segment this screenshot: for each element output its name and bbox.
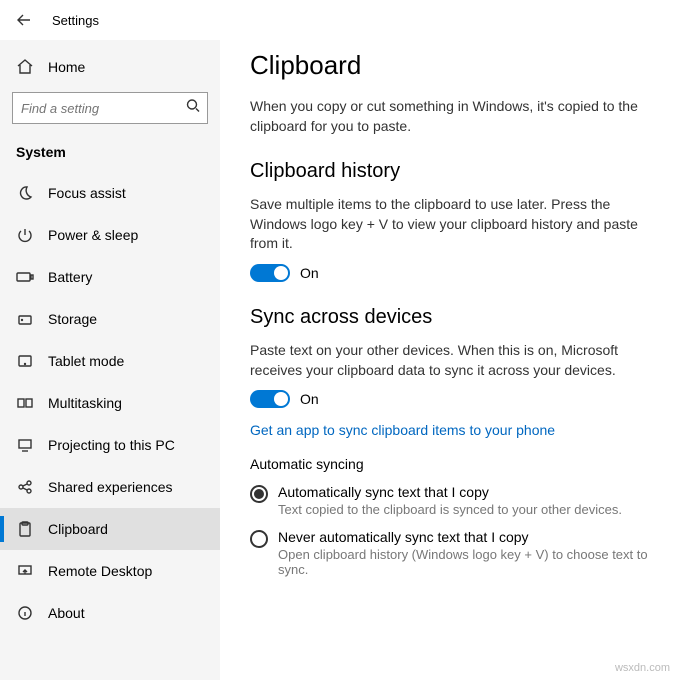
- intro-text: When you copy or cut something in Window…: [250, 97, 650, 136]
- nav-focus-assist[interactable]: Focus assist: [0, 172, 220, 214]
- nav-home-label: Home: [48, 59, 85, 75]
- sync-toggle-label: On: [300, 391, 319, 407]
- history-toggle-label: On: [300, 265, 319, 281]
- sync-toggle-row: On: [250, 390, 650, 408]
- main-layout: Home System Focus assist Power & sleep B…: [0, 40, 680, 680]
- search-wrap: [12, 92, 208, 124]
- sync-toggle[interactable]: [250, 390, 290, 408]
- back-button[interactable]: [12, 8, 36, 32]
- tablet-icon: [16, 352, 34, 370]
- history-heading: Clipboard history: [250, 160, 650, 183]
- multitasking-icon: [16, 394, 34, 412]
- remote-desktop-icon: [16, 562, 34, 580]
- projecting-icon: [16, 436, 34, 454]
- history-desc: Save multiple items to the clipboard to …: [250, 195, 650, 254]
- clipboard-icon: [16, 520, 34, 538]
- nav-battery[interactable]: Battery: [0, 256, 220, 298]
- search-input[interactable]: [12, 92, 208, 124]
- info-icon: [16, 604, 34, 622]
- moon-icon: [16, 184, 34, 202]
- radio-never-sync-input[interactable]: [250, 530, 268, 548]
- sidebar: Home System Focus assist Power & sleep B…: [0, 40, 220, 680]
- battery-icon: [16, 268, 34, 286]
- nav-tablet-mode[interactable]: Tablet mode: [0, 340, 220, 382]
- home-icon: [16, 58, 34, 76]
- get-app-link[interactable]: Get an app to sync clipboard items to yo…: [250, 422, 650, 438]
- history-toggle-row: On: [250, 264, 650, 282]
- nav-clipboard[interactable]: Clipboard: [0, 508, 220, 550]
- radio-auto-sync-input[interactable]: [250, 485, 268, 503]
- titlebar: Settings: [0, 0, 680, 40]
- storage-icon: [16, 310, 34, 328]
- share-icon: [16, 478, 34, 496]
- watermark: wsxdn.com: [615, 662, 670, 674]
- page-title: Clipboard: [250, 50, 650, 81]
- power-icon: [16, 226, 34, 244]
- nav-power-sleep[interactable]: Power & sleep: [0, 214, 220, 256]
- radio-auto-sync[interactable]: Automatically sync text that I copy Text…: [250, 484, 650, 517]
- content: Clipboard When you copy or cut something…: [220, 40, 680, 680]
- nav-projecting[interactable]: Projecting to this PC: [0, 424, 220, 466]
- auto-sync-radio-group: Automatically sync text that I copy Text…: [250, 484, 650, 577]
- sync-desc: Paste text on your other devices. When t…: [250, 341, 650, 380]
- section-system: System: [0, 136, 220, 172]
- history-toggle[interactable]: [250, 264, 290, 282]
- auto-sync-heading: Automatic syncing: [250, 456, 650, 472]
- nav-home[interactable]: Home: [0, 48, 220, 86]
- nav-about[interactable]: About: [0, 592, 220, 634]
- sync-heading: Sync across devices: [250, 306, 650, 329]
- window-title: Settings: [52, 13, 99, 28]
- radio-never-sync[interactable]: Never automatically sync text that I cop…: [250, 529, 650, 577]
- nav-shared-experiences[interactable]: Shared experiences: [0, 466, 220, 508]
- nav-remote-desktop[interactable]: Remote Desktop: [0, 550, 220, 592]
- nav-storage[interactable]: Storage: [0, 298, 220, 340]
- nav-multitasking[interactable]: Multitasking: [0, 382, 220, 424]
- search-icon: [186, 99, 200, 118]
